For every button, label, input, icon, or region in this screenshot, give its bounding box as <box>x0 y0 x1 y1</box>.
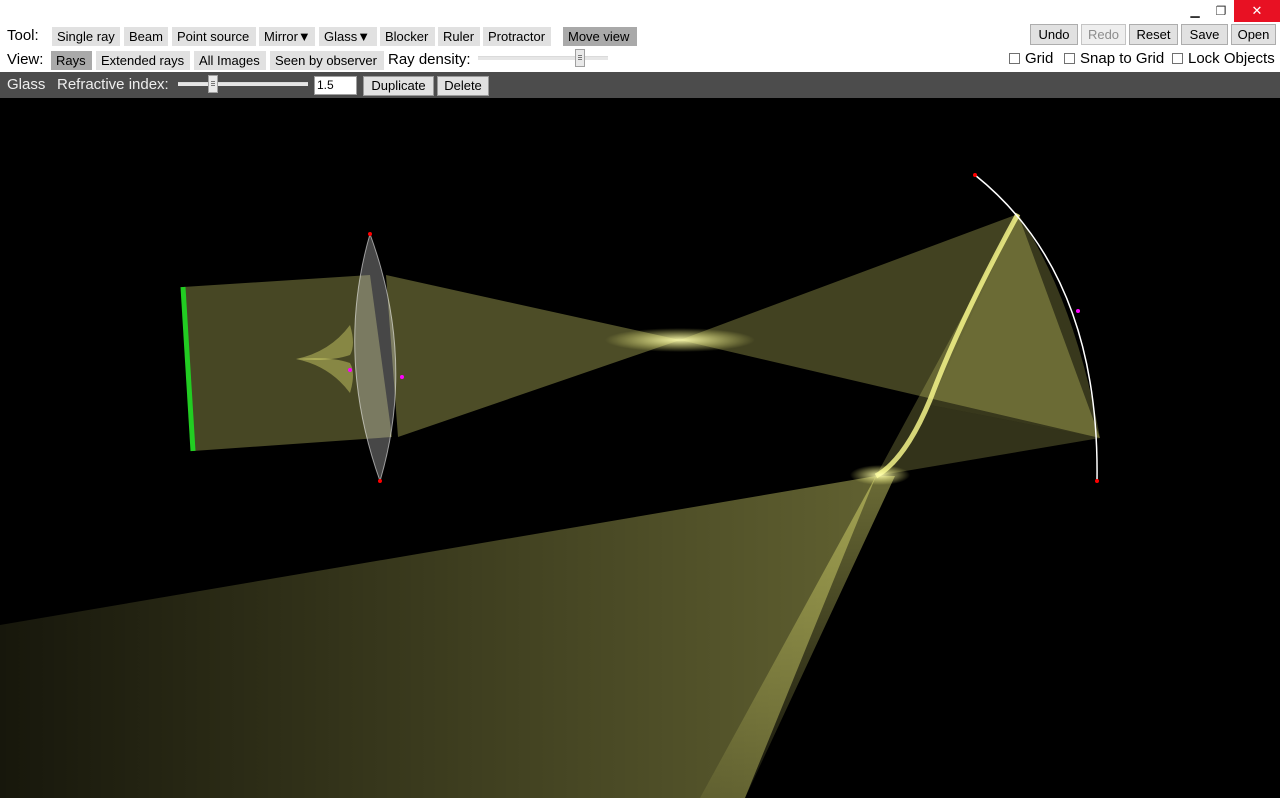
simulation-canvas[interactable] <box>0 98 1280 798</box>
ray-density-slider-thumb[interactable] <box>575 49 585 67</box>
view-extended-rays-button[interactable]: Extended rays <box>96 51 190 70</box>
view-toolbar: View: Rays Extended rays All Images Seen… <box>0 48 1280 72</box>
lens-handle-bottom[interactable] <box>378 479 382 483</box>
lens-handle-top[interactable] <box>368 232 372 236</box>
focus-glow-2 <box>850 465 910 485</box>
mirror-handle-bottom[interactable] <box>1095 479 1099 483</box>
tool-single-ray-button[interactable]: Single ray <box>52 27 120 46</box>
refractive-index-slider-thumb[interactable] <box>208 75 218 93</box>
view-all-images-button[interactable]: All Images <box>194 51 266 70</box>
lock-objects-option[interactable]: Lock Objects <box>1172 50 1275 67</box>
tool-label: Tool: <box>7 27 39 44</box>
minimize-icon[interactable]: ▁ <box>1182 0 1208 22</box>
grid-label: Grid <box>1025 50 1054 67</box>
refractive-index-slider[interactable] <box>178 82 308 86</box>
object-properties-bar: Glass Refractive index: 1.5 Duplicate De… <box>0 72 1280 98</box>
grid-option[interactable]: Grid <box>1009 50 1053 67</box>
view-label: View: <box>7 51 44 68</box>
close-icon[interactable]: ✕ <box>1234 0 1280 22</box>
undo-button[interactable]: Undo <box>1030 24 1078 45</box>
converging-beam <box>386 275 680 437</box>
lens-handle-left[interactable] <box>348 368 352 372</box>
tool-move-view-button[interactable]: Move view <box>563 27 637 46</box>
tool-ruler-button[interactable]: Ruler <box>438 27 480 46</box>
grid-checkbox[interactable] <box>1009 53 1020 64</box>
tool-blocker-button[interactable]: Blocker <box>380 27 435 46</box>
tool-mirror-dropdown[interactable]: Mirror▼ <box>259 27 315 46</box>
snap-to-grid-label: Snap to Grid <box>1080 50 1165 67</box>
save-button[interactable]: Save <box>1181 24 1228 45</box>
tool-beam-button[interactable]: Beam <box>124 27 168 46</box>
ray-density-slider[interactable] <box>478 56 608 60</box>
lock-objects-checkbox[interactable] <box>1172 53 1183 64</box>
delete-button[interactable]: Delete <box>437 76 489 96</box>
snap-to-grid-option[interactable]: Snap to Grid <box>1064 50 1164 67</box>
lens-handle-right[interactable] <box>400 375 404 379</box>
glass-lens[interactable] <box>354 232 397 483</box>
title-bar: ▁ ❐ ✕ <box>0 0 1280 22</box>
mirror-handle-top[interactable] <box>973 173 977 177</box>
snap-to-grid-checkbox[interactable] <box>1064 53 1075 64</box>
mirror-handle-mid[interactable] <box>1076 309 1080 313</box>
view-rays-button[interactable]: Rays <box>51 51 92 70</box>
refractive-index-label: Refractive index: <box>57 76 169 93</box>
tool-protractor-button[interactable]: Protractor <box>483 27 551 46</box>
tool-glass-dropdown[interactable]: Glass▼ <box>319 27 377 46</box>
duplicate-button[interactable]: Duplicate <box>363 76 434 96</box>
open-button[interactable]: Open <box>1231 24 1276 45</box>
ray-density-label: Ray density: <box>388 51 471 68</box>
focus-glow-1 <box>605 328 755 352</box>
tool-point-source-button[interactable]: Point source <box>172 27 256 46</box>
redo-button[interactable]: Redo <box>1081 24 1126 45</box>
scene-svg[interactable] <box>0 98 1280 798</box>
view-seen-by-observer-button[interactable]: Seen by observer <box>270 51 384 70</box>
lock-objects-label: Lock Objects <box>1188 50 1275 67</box>
reset-button[interactable]: Reset <box>1129 24 1178 45</box>
tool-toolbar: Tool: Single ray Beam Point source Mirro… <box>0 24 1280 48</box>
selected-object-name: Glass <box>7 76 46 93</box>
restore-icon[interactable]: ❐ <box>1208 0 1234 22</box>
refractive-index-input[interactable]: 1.5 <box>314 76 357 95</box>
